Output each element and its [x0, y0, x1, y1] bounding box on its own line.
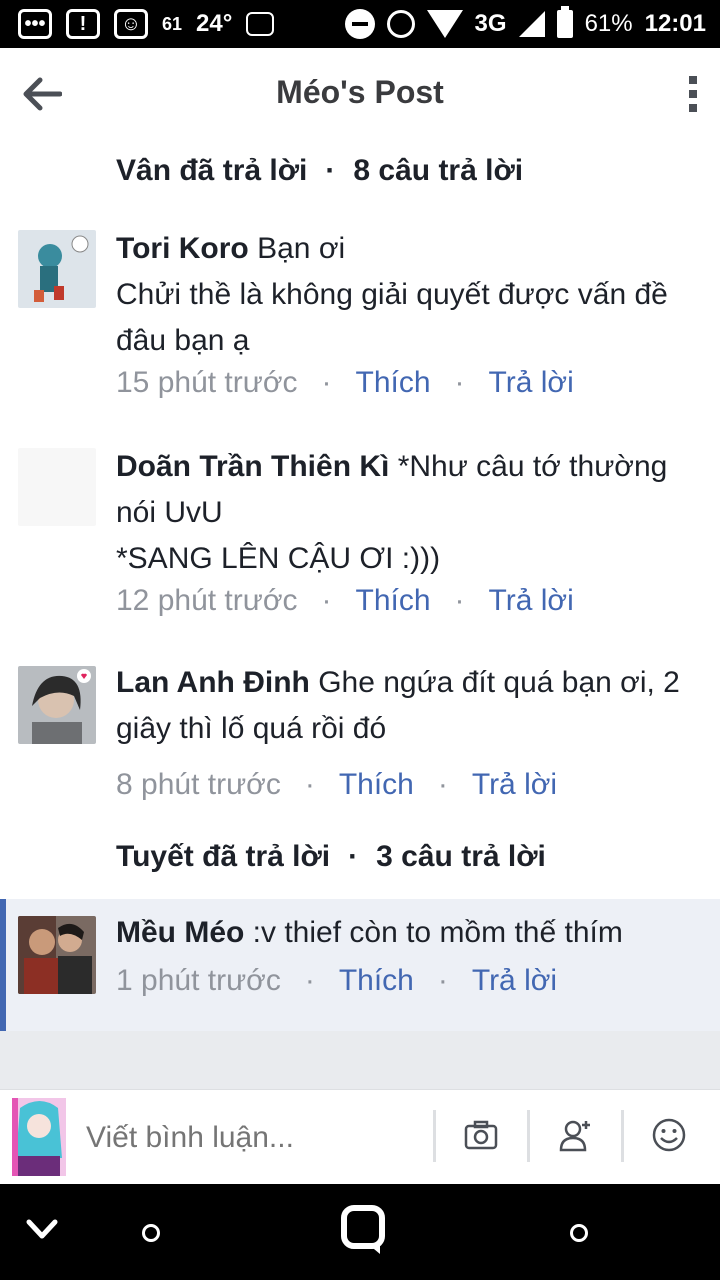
nav-circle-button[interactable]	[142, 1224, 160, 1242]
reply-button[interactable]: Trả lời	[489, 366, 574, 399]
page-title: Méo's Post	[276, 74, 444, 110]
comment-body: Mều Méo :v thief còn to mồm thế thím	[116, 910, 706, 956]
comment-meta: 15 phút trước · Thích · Trả lời	[116, 366, 574, 400]
separator-dot: ·	[437, 768, 448, 801]
divider	[433, 1110, 436, 1162]
comment-body: Lan Anh Đinh Ghe ngứa đít quá bạn ơi, 2 …	[116, 660, 706, 752]
separator-dot: ·	[454, 366, 465, 399]
app-header: Méo's Post	[0, 48, 720, 140]
comment-composer	[0, 1089, 720, 1184]
comment-time: 8 phút trước	[116, 768, 281, 801]
avatar[interactable]	[18, 448, 96, 526]
image-icon	[246, 12, 275, 36]
like-button[interactable]: Thích	[356, 366, 431, 399]
reply-summary[interactable]: Vân đã trả lời · 8 câu trả lời	[116, 154, 523, 188]
face-icon: ☺	[114, 9, 148, 39]
signal-icon	[518, 11, 545, 37]
avatar	[12, 1098, 66, 1176]
comment-author[interactable]: Mều Méo	[116, 916, 244, 949]
nav-circle-button[interactable]	[570, 1224, 588, 1242]
comment-body: Doãn Trần Thiên Kì *Như câu tớ thường nó…	[116, 444, 706, 582]
battery-level: 61%	[584, 10, 633, 37]
like-button[interactable]: Thích	[339, 964, 414, 997]
comment-meta: 8 phút trước · Thích · Trả lời	[116, 768, 557, 802]
separator-dot: ·	[437, 964, 448, 997]
reply-summary[interactable]: Tuyết đã trả lời · 3 câu trả lời	[116, 840, 546, 874]
comment-time: 1 phút trước	[116, 964, 281, 997]
temperature: 24°	[196, 10, 233, 37]
summary-count: 3 câu trả lời	[376, 840, 546, 873]
comment-author[interactable]: Doãn Trần Thiên Kì	[116, 450, 389, 483]
summary-count: 8 câu trả lời	[353, 154, 524, 187]
camera-button[interactable]	[463, 1117, 499, 1153]
tag-friend-button[interactable]	[558, 1117, 594, 1153]
status-bar: ••• ! ☺ 61 24° 3G 61% 12:01	[0, 0, 720, 48]
smiley-icon	[652, 1118, 686, 1152]
comment-meta: 12 phút trước · Thích · Trả lời	[116, 584, 574, 618]
avatar[interactable]	[18, 230, 96, 308]
system-nav-bar	[0, 1184, 720, 1280]
comment-input[interactable]	[86, 1114, 426, 1162]
separator-dot: ·	[321, 366, 332, 399]
separator-dot: ·	[348, 840, 359, 873]
add-person-icon	[559, 1120, 590, 1152]
reply-button[interactable]: Trả lời	[472, 768, 557, 801]
dot	[689, 76, 697, 84]
divider	[621, 1110, 624, 1162]
battery-icon	[556, 6, 573, 38]
more-options-button[interactable]	[686, 76, 700, 112]
summary-replier: Vân đã trả lời	[116, 154, 308, 187]
comment-author[interactable]: Tori Koro	[116, 232, 249, 265]
chevron-down-icon	[26, 1219, 58, 1239]
network-type: 3G	[474, 10, 507, 37]
wifi-icon	[426, 10, 463, 38]
divider	[527, 1110, 530, 1162]
alarm-icon	[386, 10, 415, 38]
do-not-disturb-icon	[344, 9, 375, 39]
comment-body: Tori Koro Bạn ơi Chửi thề là không giải …	[116, 226, 706, 364]
avatar[interactable]	[18, 916, 96, 994]
dot	[689, 104, 697, 112]
separator-dot: ·	[321, 584, 332, 617]
alert-icon: !	[66, 9, 100, 39]
sticker-button[interactable]	[651, 1117, 687, 1153]
summary-replier: Tuyết đã trả lời	[116, 840, 331, 873]
separator-dot: ·	[325, 154, 336, 187]
home-icon	[341, 1205, 385, 1254]
like-button[interactable]: Thích	[356, 584, 431, 617]
nav-back-button[interactable]	[26, 1218, 58, 1242]
comment-time: 15 phút trước	[116, 366, 298, 399]
divider	[0, 1031, 720, 1089]
clock: 12:01	[644, 10, 706, 37]
comment-author[interactable]: Lan Anh Đinh	[116, 666, 310, 699]
chat-icon: •••	[18, 9, 52, 39]
nav-home-button[interactable]	[340, 1204, 388, 1256]
reply-button[interactable]: Trả lời	[472, 964, 557, 997]
notif-small: 61	[162, 13, 183, 34]
camera-icon	[464, 1120, 498, 1150]
separator-dot: ·	[304, 768, 315, 801]
dot	[689, 90, 697, 98]
avatar[interactable]	[18, 666, 96, 744]
separator-dot: ·	[304, 964, 315, 997]
comment-time: 12 phút trước	[116, 584, 298, 617]
separator-dot: ·	[454, 584, 465, 617]
comment-text: :v thief còn to mồm thế thím	[244, 916, 623, 949]
like-button[interactable]: Thích	[339, 768, 414, 801]
comment-meta: 1 phút trước · Thích · Trả lời	[116, 964, 557, 998]
reply-button[interactable]: Trả lời	[489, 584, 574, 617]
